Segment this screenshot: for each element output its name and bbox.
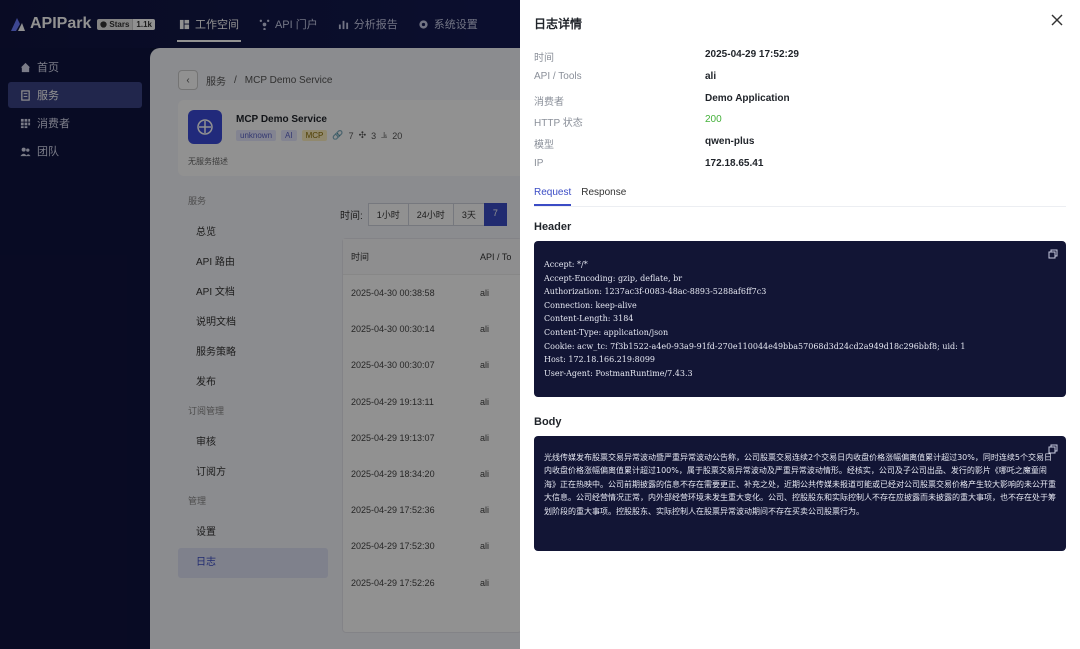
body-section-title: Body — [534, 416, 562, 428]
log-detail-drawer: 日志详情 时间2025-04-29 17:52:29 API / Toolsal… — [520, 0, 1080, 649]
tabs-divider — [534, 206, 1066, 207]
field-ip: IP172.18.65.41 — [534, 158, 763, 169]
field-value: qwen-plus — [705, 136, 754, 151]
header-line: Accept-Encoding: gzip, deflate, br — [544, 272, 1056, 286]
field-model: 模型qwen-plus — [534, 136, 754, 151]
field-api-tools: API / Toolsali — [534, 71, 716, 82]
field-key: 消费者 — [534, 93, 705, 108]
field-key: API / Tools — [534, 71, 705, 82]
body-text: 光线传媒发布股票交易异常波动暨严重异常波动公告称，公司股票交易连续2个交易日内收… — [534, 436, 1066, 518]
header-line: Cookie: acw_tc: 7f3b1522-a4e0-93a9-91fd-… — [544, 340, 1056, 354]
field-consumer: 消费者Demo Application — [534, 93, 790, 108]
drawer-title: 日志详情 — [534, 15, 582, 32]
field-time: 时间2025-04-29 17:52:29 — [534, 49, 799, 64]
field-key: IP — [534, 158, 705, 169]
header-line: Host: 172.18.166.219:8099 — [544, 353, 1056, 367]
header-line: Connection: keep-alive — [544, 299, 1056, 313]
tab-request[interactable]: Request — [534, 187, 571, 206]
close-icon[interactable] — [1050, 14, 1064, 28]
field-key: 模型 — [534, 136, 705, 151]
field-key: 时间 — [534, 49, 705, 64]
header-line: User-Agent: PostmanRuntime/7.43.3 — [544, 367, 1056, 381]
header-line: Content-Type: application/json — [544, 326, 1056, 340]
field-key: HTTP 状态 — [534, 114, 705, 129]
field-value: 2025-04-29 17:52:29 — [705, 49, 799, 64]
http-status-value: 200 — [705, 114, 722, 129]
header-line: Authorization: 1237ac3f-0083-48ac-8893-5… — [544, 285, 1056, 299]
request-response-tabs: Request Response — [534, 187, 626, 206]
header-line: Content-Length: 3184 — [544, 312, 1056, 326]
header-section-title: Header — [534, 221, 571, 233]
tab-response[interactable]: Response — [581, 187, 626, 206]
copy-icon[interactable] — [1048, 444, 1058, 454]
field-http-status: HTTP 状态200 — [534, 114, 722, 129]
header-line: Accept: */* — [544, 258, 1056, 272]
field-value: Demo Application — [705, 93, 790, 108]
header-lines: Accept: */*Accept-Encoding: gzip, deflat… — [534, 241, 1066, 380]
field-value: ali — [705, 71, 716, 82]
header-code-block: Accept: */*Accept-Encoding: gzip, deflat… — [534, 241, 1066, 397]
field-value: 172.18.65.41 — [705, 158, 763, 169]
body-code-block: 光线传媒发布股票交易异常波动暨严重异常波动公告称，公司股票交易连续2个交易日内收… — [534, 436, 1066, 551]
copy-icon[interactable] — [1048, 249, 1058, 259]
